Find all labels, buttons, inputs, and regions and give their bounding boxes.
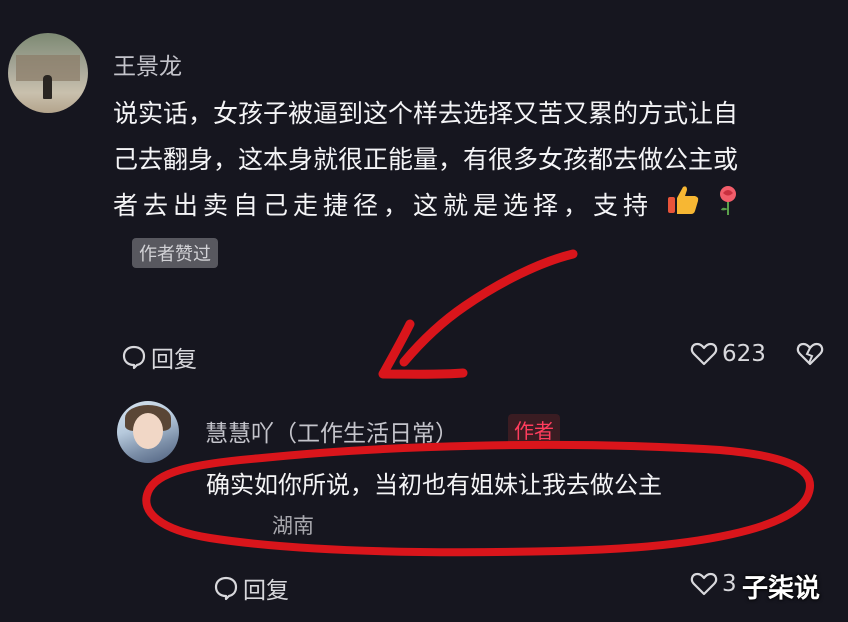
annotation-ellipse bbox=[142, 440, 814, 557]
watermark: 子柒说 bbox=[742, 574, 821, 604]
red-annotation-overlay bbox=[142, 249, 814, 557]
annotation-arrow bbox=[378, 249, 578, 379]
